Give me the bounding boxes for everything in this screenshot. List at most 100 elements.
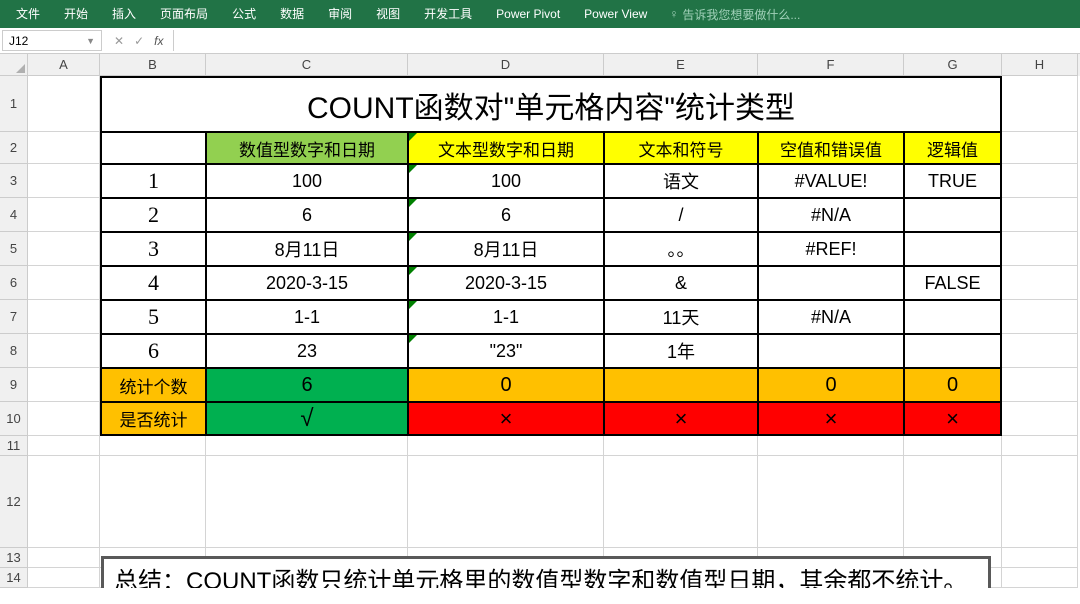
cell-blank-error[interactable]: #N/A xyxy=(758,300,904,334)
cell-logical[interactable]: TRUE xyxy=(904,164,1002,198)
cell-numeric[interactable]: 2020-3-15 xyxy=(206,266,408,300)
row-index[interactable]: 4 xyxy=(100,266,206,300)
cell[interactable] xyxy=(904,436,1002,456)
row-index[interactable]: 5 xyxy=(100,300,206,334)
cell-text-symbol[interactable]: 11天 xyxy=(604,300,758,334)
cell[interactable] xyxy=(28,548,100,568)
cell[interactable] xyxy=(28,568,100,588)
cell[interactable] xyxy=(206,436,408,456)
yn-g[interactable]: × xyxy=(904,402,1002,436)
cell[interactable] xyxy=(1002,198,1078,232)
row-index[interactable]: 1 xyxy=(100,164,206,198)
row-header[interactable]: 6 xyxy=(0,266,28,300)
cell[interactable] xyxy=(1002,232,1078,266)
tab-powerview[interactable]: Power View xyxy=(572,0,659,28)
tell-me-search[interactable]: ♀ 告诉我您想要做什么... xyxy=(659,6,810,23)
cell[interactable] xyxy=(1002,456,1078,548)
fx-icon[interactable]: fx xyxy=(154,34,163,48)
col-header-b[interactable]: B xyxy=(100,54,206,76)
yn-label[interactable]: 是否统计 xyxy=(100,402,206,436)
row-header[interactable]: 8 xyxy=(0,334,28,368)
cell-numeric[interactable]: 8月11日 xyxy=(206,232,408,266)
row-index[interactable]: 2 xyxy=(100,198,206,232)
cell[interactable] xyxy=(1002,436,1078,456)
cell-blank-error[interactable]: #VALUE! xyxy=(758,164,904,198)
select-all-corner[interactable] xyxy=(0,54,28,76)
cell-blank-error[interactable] xyxy=(758,334,904,368)
yn-f[interactable]: × xyxy=(758,402,904,436)
cell[interactable] xyxy=(100,456,206,548)
cell[interactable] xyxy=(28,300,100,334)
cell-blank-error[interactable]: #REF! xyxy=(758,232,904,266)
tab-powerpivot[interactable]: Power Pivot xyxy=(484,0,572,28)
col-header-e[interactable]: E xyxy=(604,54,758,76)
cell[interactable] xyxy=(1002,266,1078,300)
cell-logical[interactable] xyxy=(904,300,1002,334)
header-numeric[interactable]: 数值型数字和日期 xyxy=(206,132,408,164)
cell[interactable] xyxy=(28,132,100,164)
cell[interactable] xyxy=(1002,164,1078,198)
row-header[interactable]: 5 xyxy=(0,232,28,266)
header-blank-error[interactable]: 空值和错误值 xyxy=(758,132,904,164)
row-index[interactable]: 6 xyxy=(100,334,206,368)
cell[interactable] xyxy=(28,198,100,232)
stat-e[interactable] xyxy=(604,368,758,402)
col-header-g[interactable]: G xyxy=(904,54,1002,76)
tab-developer[interactable]: 开发工具 xyxy=(412,0,484,28)
yn-c[interactable]: √ xyxy=(206,402,408,436)
cell-numeric[interactable]: 1-1 xyxy=(206,300,408,334)
cell-blank-error[interactable]: #N/A xyxy=(758,198,904,232)
cell[interactable] xyxy=(28,402,100,436)
cell-text-symbol[interactable]: 语文 xyxy=(604,164,758,198)
tab-review[interactable]: 审阅 xyxy=(316,0,364,28)
row-header[interactable]: 1 xyxy=(0,76,28,132)
stat-d[interactable]: 0 xyxy=(408,368,604,402)
check-icon[interactable]: ✓ xyxy=(134,34,144,48)
row-header[interactable]: 7 xyxy=(0,300,28,334)
cell[interactable] xyxy=(758,456,904,548)
cell-logical[interactable] xyxy=(904,198,1002,232)
cell[interactable] xyxy=(28,266,100,300)
cell-text-numeric[interactable]: 8月11日 xyxy=(408,232,604,266)
header-logical[interactable]: 逻辑值 xyxy=(904,132,1002,164)
cell-text-numeric[interactable]: "23" xyxy=(408,334,604,368)
row-header[interactable]: 14 xyxy=(0,568,28,588)
name-box[interactable]: J12 ▼ xyxy=(2,30,102,51)
header-text-symbol[interactable]: 文本和符号 xyxy=(604,132,758,164)
tab-formulas[interactable]: 公式 xyxy=(220,0,268,28)
yn-d[interactable]: × xyxy=(408,402,604,436)
col-header-a[interactable]: A xyxy=(28,54,100,76)
cell[interactable] xyxy=(206,456,408,548)
cell-text-numeric[interactable]: 6 xyxy=(408,198,604,232)
summary-box[interactable]: 总结：COUNT函数只统计单元格里的数值型数字和数值型日期，其余都不统计。 xyxy=(101,556,991,588)
cell-text-numeric[interactable]: 2020-3-15 xyxy=(408,266,604,300)
cell[interactable] xyxy=(28,368,100,402)
row-header[interactable]: 2 xyxy=(0,132,28,164)
stat-label[interactable]: 统计个数 xyxy=(100,368,206,402)
title-cell[interactable]: COUNT函数对"单元格内容"统计类型 xyxy=(100,76,1002,132)
cancel-icon[interactable]: ✕ xyxy=(114,34,124,48)
cell[interactable] xyxy=(1002,568,1078,588)
formula-bar[interactable] xyxy=(176,30,1078,51)
row-header[interactable]: 12 xyxy=(0,456,28,548)
cell-text-numeric[interactable]: 1-1 xyxy=(408,300,604,334)
row-index[interactable]: 3 xyxy=(100,232,206,266)
cell[interactable] xyxy=(28,164,100,198)
cell[interactable] xyxy=(408,436,604,456)
cell[interactable] xyxy=(1002,402,1078,436)
cell-blank-error[interactable] xyxy=(758,266,904,300)
cell-text-symbol[interactable]: & xyxy=(604,266,758,300)
cell-text-symbol[interactable]: / xyxy=(604,198,758,232)
stat-c[interactable]: 6 xyxy=(206,368,408,402)
cell-logical[interactable]: FALSE xyxy=(904,266,1002,300)
row-header[interactable]: 9 xyxy=(0,368,28,402)
col-header-f[interactable]: F xyxy=(758,54,904,76)
cell[interactable] xyxy=(100,436,206,456)
cell[interactable] xyxy=(758,436,904,456)
row-header[interactable]: 4 xyxy=(0,198,28,232)
row-header[interactable]: 10 xyxy=(0,402,28,436)
cell[interactable] xyxy=(1002,368,1078,402)
cell-text-numeric[interactable]: 100 xyxy=(408,164,604,198)
col-header-d[interactable]: D xyxy=(408,54,604,76)
cell[interactable] xyxy=(28,436,100,456)
